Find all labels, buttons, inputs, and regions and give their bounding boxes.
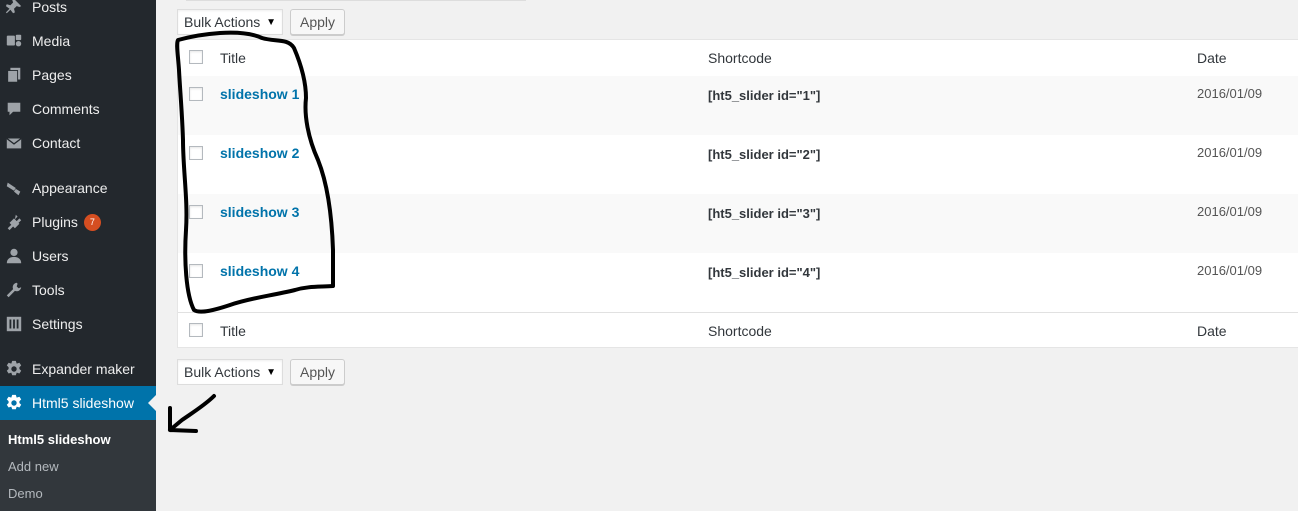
apply-button[interactable]: Apply [290, 9, 346, 35]
sidebar-item-label: Contact [32, 135, 81, 151]
paintbrush-icon [5, 179, 23, 197]
sidebar-item-pages[interactable]: Pages [0, 58, 156, 92]
bulk-actions-select[interactable]: Bulk Actions ▼ [177, 9, 283, 35]
row-date: 2016/01/09 [1197, 86, 1263, 101]
sidebar-item-label: Appearance [32, 180, 108, 196]
row-date: 2016/01/09 [1197, 263, 1263, 278]
sidebar-item-appearance[interactable]: Appearance [0, 171, 156, 205]
admin-sidebar: Posts Media Pages Comments Contact Appea… [0, 0, 156, 511]
sidebar-item-tools[interactable]: Tools [0, 273, 156, 307]
row-shortcode: [ht5_slider id="2"] [708, 147, 821, 162]
row-shortcode: [ht5_slider id="4"] [708, 265, 821, 280]
row-date: 2016/01/09 [1197, 204, 1263, 219]
bulk-actions-select[interactable]: Bulk Actions ▼ [177, 359, 283, 385]
bulk-actions-bottom: Bulk Actions ▼ Apply [177, 359, 346, 385]
comment-bubble-icon [5, 100, 23, 118]
apply-button[interactable]: Apply [290, 359, 346, 385]
submenu-item-html5-slideshow[interactable]: Html5 slideshow [8, 432, 111, 447]
slideshows-table: Title Shortcode Date slideshow 1 [ht5_sl… [177, 39, 1298, 348]
row-checkbox[interactable] [189, 205, 203, 219]
sidebar-item-label: Comments [32, 101, 100, 117]
row-title-link[interactable]: slideshow 1 [220, 86, 299, 102]
sidebar-item-comments[interactable]: Comments [0, 92, 156, 126]
table-row: slideshow 2 [ht5_slider id="2"] 2016/01/… [178, 135, 1298, 194]
sidebar-item-plugins[interactable]: Plugins 7 [0, 205, 156, 239]
pages-icon [5, 66, 23, 84]
row-shortcode: [ht5_slider id="3"] [708, 206, 821, 221]
user-icon [5, 247, 23, 265]
sidebar-item-expander-maker[interactable]: Expander maker [0, 352, 156, 386]
column-header-shortcode: Shortcode [708, 50, 772, 66]
sidebar-item-label: Users [32, 248, 69, 264]
column-header-title[interactable]: Title [220, 50, 246, 66]
column-footer-date[interactable]: Date [1197, 323, 1227, 339]
row-shortcode: [ht5_slider id="1"] [708, 88, 821, 103]
pushpin-icon [5, 0, 23, 16]
row-title-link[interactable]: slideshow 2 [220, 145, 299, 161]
sidebar-item-users[interactable]: Users [0, 239, 156, 273]
sidebar-item-label: Pages [32, 67, 72, 83]
envelope-icon [5, 134, 23, 152]
table-header-row: Title Shortcode Date [178, 40, 1298, 77]
sidebar-item-html5-slideshow[interactable]: Html5 slideshow [0, 386, 156, 420]
sidebar-submenu: Html5 slideshow Add new Demo [0, 420, 156, 511]
sidebar-item-posts[interactable]: Posts [0, 0, 156, 24]
bulk-actions-top: Bulk Actions ▼ Apply [177, 9, 346, 35]
wrench-icon [5, 281, 23, 299]
select-all-checkbox[interactable] [189, 323, 203, 337]
column-footer-shortcode: Shortcode [708, 323, 772, 339]
row-checkbox[interactable] [189, 264, 203, 278]
divider [186, 0, 526, 1]
row-checkbox[interactable] [189, 146, 203, 160]
select-all-checkbox[interactable] [189, 50, 203, 64]
sidebar-item-contact[interactable]: Contact [0, 126, 156, 160]
annotation-arrow [168, 394, 216, 433]
table-footer-row: Title Shortcode Date [178, 312, 1298, 349]
row-title-link[interactable]: slideshow 3 [220, 204, 299, 220]
sidebar-item-label: Settings [32, 316, 83, 332]
dropdown-arrow-icon: ▼ [266, 366, 276, 378]
submenu-item-demo[interactable]: Demo [8, 486, 43, 501]
sidebar-item-label: Html5 slideshow [32, 395, 134, 411]
sidebar-item-media[interactable]: Media [0, 24, 156, 58]
table-row: slideshow 4 [ht5_slider id="4"] 2016/01/… [178, 253, 1298, 312]
table-row: slideshow 1 [ht5_slider id="1"] 2016/01/… [178, 76, 1298, 135]
column-header-date[interactable]: Date [1197, 50, 1227, 66]
sidebar-item-label: Media [32, 33, 71, 49]
sidebar-item-label: Expander maker [32, 361, 135, 377]
submenu-item-add-new[interactable]: Add new [8, 459, 59, 474]
select-value: Bulk Actions [184, 14, 261, 30]
sidebar-item-label: Posts [32, 0, 68, 15]
row-date: 2016/01/09 [1197, 145, 1263, 160]
dropdown-arrow-icon: ▼ [266, 16, 276, 28]
row-checkbox[interactable] [189, 87, 203, 101]
update-count-badge: 7 [83, 213, 101, 231]
sidebar-item-settings[interactable]: Settings [0, 307, 156, 341]
sidebar-item-label: Tools [32, 282, 65, 298]
settings-sliders-icon [5, 315, 23, 333]
table-row: slideshow 3 [ht5_slider id="3"] 2016/01/… [178, 194, 1298, 253]
row-title-link[interactable]: slideshow 4 [220, 263, 299, 279]
media-icon [5, 32, 23, 50]
column-footer-title[interactable]: Title [220, 323, 246, 339]
plug-icon [5, 213, 23, 231]
gear-icon [5, 394, 23, 412]
sidebar-item-label: Plugins [32, 214, 78, 230]
select-value: Bulk Actions [184, 364, 261, 380]
gear-icon [5, 360, 23, 378]
